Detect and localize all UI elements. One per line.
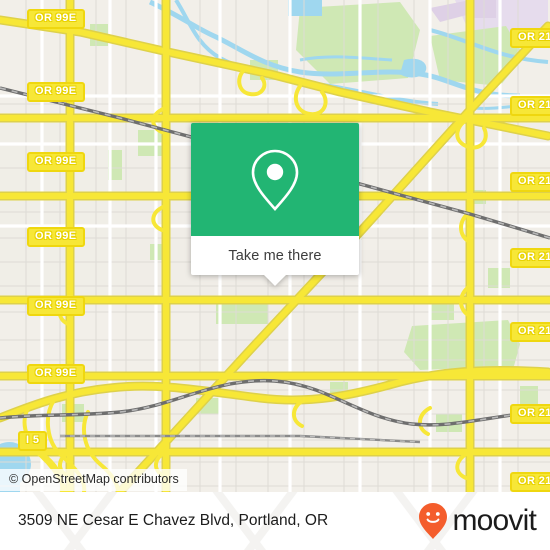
road-shield: OR 99E — [27, 9, 85, 29]
moovit-wordmark: moovit — [452, 504, 536, 537]
popup-header — [191, 123, 359, 236]
location-popup-card[interactable]: Take me there — [191, 123, 359, 286]
road-shield: OR 213 — [510, 322, 550, 342]
bottom-info-bar: 3509 NE Cesar E Chavez Blvd, Portland, O… — [0, 492, 550, 550]
road-shield: I 5 — [18, 431, 48, 451]
popup-tail-pointer — [264, 275, 286, 286]
map-attribution[interactable]: © OpenStreetMap contributors — [0, 469, 187, 491]
road-shield: OR 213 — [510, 248, 550, 268]
location-pin-icon — [251, 149, 299, 211]
road-shield: OR 213 — [510, 172, 550, 192]
road-shield: OR 99E — [27, 364, 85, 384]
road-shield: OR 213 — [510, 96, 550, 116]
road-shield: OR 99E — [27, 227, 85, 247]
road-shield: OR 213 — [510, 472, 550, 492]
address-label: 3509 NE Cesar E Chavez Blvd, Portland, O… — [18, 512, 329, 529]
road-shield: OR 213 — [510, 28, 550, 48]
road-shield: OR 213 — [510, 404, 550, 424]
moovit-pin-smiley-icon — [419, 503, 448, 539]
road-shield: OR 99E — [27, 82, 85, 102]
take-me-there-label: Take me there — [228, 247, 322, 264]
moovit-brand[interactable]: moovit — [418, 502, 537, 540]
road-shield: OR 99E — [27, 296, 85, 316]
road-shield: OR 99E — [27, 152, 85, 172]
map-screenshot: OR 99E OR 99E OR 99E OR 99E OR 99E OR 99E I 5 O… — [0, 0, 550, 550]
take-me-there-button[interactable]: Take me there — [191, 236, 359, 275]
